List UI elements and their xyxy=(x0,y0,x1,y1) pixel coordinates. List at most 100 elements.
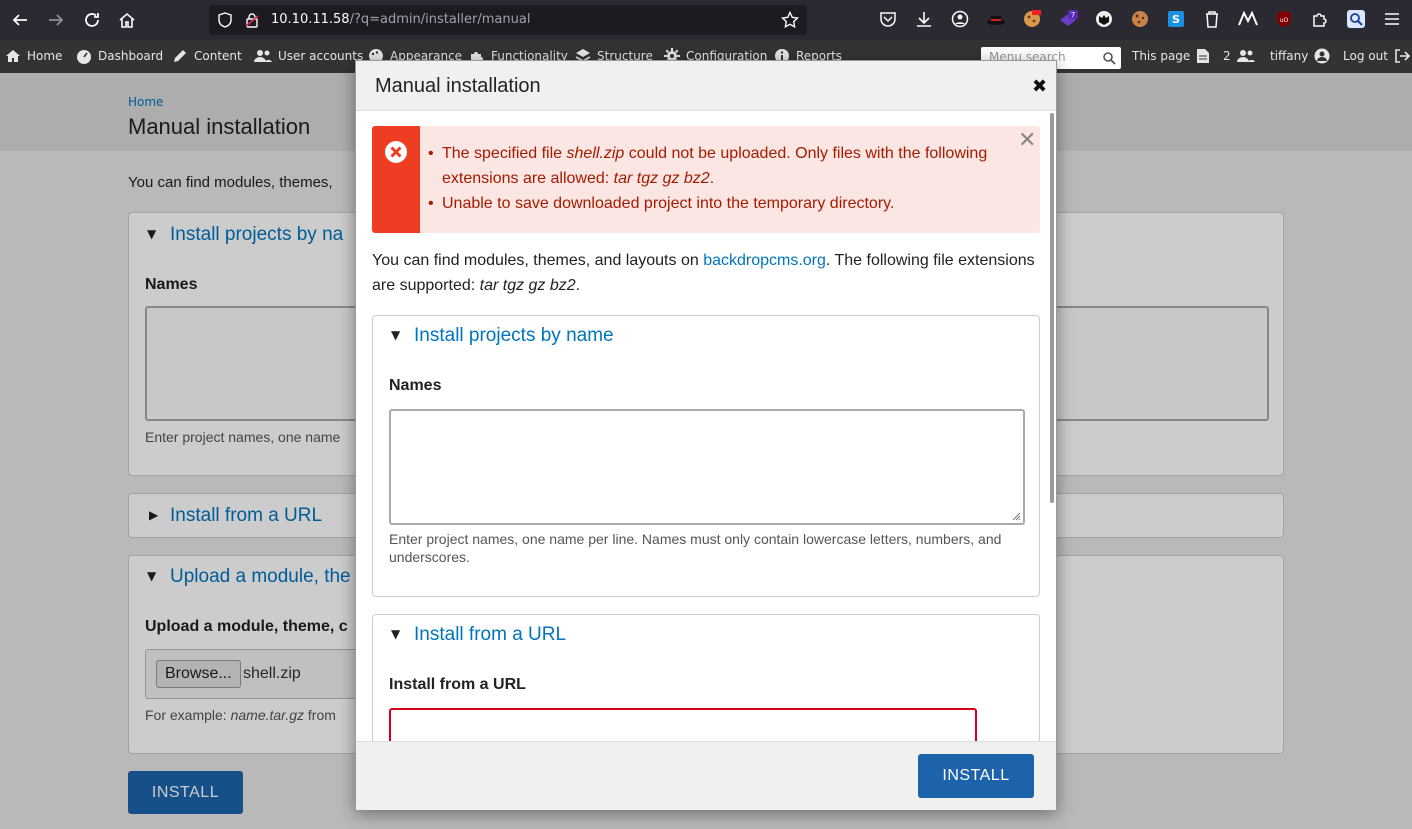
this-page-menu[interactable]: This page xyxy=(1132,48,1210,64)
names-textarea[interactable] xyxy=(389,409,1025,525)
collapse-triangle-icon[interactable]: ▼ xyxy=(147,227,156,241)
resize-grip-icon[interactable] xyxy=(1012,512,1021,521)
bg-file-input[interactable]: Browse... shell.zip xyxy=(145,649,365,699)
dialog-body[interactable]: ✕ The specified file shell.zip could not… xyxy=(356,112,1056,741)
backdropcms-link[interactable]: backdropcms.org xyxy=(703,252,826,269)
bg-intro-text: You can find modules, themes, xyxy=(128,174,333,191)
bg-example-suffix: from xyxy=(304,707,336,723)
hacking-extension-icon[interactable]: 7 xyxy=(1058,9,1078,29)
svg-text:7: 7 xyxy=(1071,11,1075,19)
bg-install-button[interactable]: INSTALL xyxy=(128,771,243,814)
logout-link[interactable]: Log out xyxy=(1343,48,1410,64)
error-item: The specified file shell.zip could not b… xyxy=(428,141,1018,191)
browse-button[interactable]: Browse... xyxy=(156,660,241,688)
intro-pre: You can find modules, themes, and layout… xyxy=(372,252,704,269)
fieldset-install-from-url-title[interactable]: Install from a URL xyxy=(414,624,566,646)
username-label: tiffany xyxy=(1270,49,1309,63)
admin-dashboard-label: Dashboard xyxy=(98,49,164,63)
logout-icon xyxy=(1395,49,1410,63)
intro-ext: tar tgz gz bz2 xyxy=(479,277,576,294)
pocket-icon[interactable] xyxy=(878,9,898,29)
admin-user-accounts[interactable]: User accounts xyxy=(254,48,363,64)
names-help: Enter project names, one name per line. … xyxy=(389,531,1002,565)
mask-extension-icon[interactable] xyxy=(1094,9,1114,29)
account-icon[interactable] xyxy=(950,9,970,29)
bg-fieldset-names-title[interactable]: Install projects by na xyxy=(170,224,343,246)
admin-content[interactable]: Content xyxy=(172,48,242,64)
trash-extension-icon[interactable] xyxy=(1202,9,1222,29)
admin-dashboard[interactable]: Dashboard xyxy=(76,48,163,64)
pencil-icon xyxy=(174,50,186,62)
collapse-triangle-icon[interactable]: ▼ xyxy=(147,569,156,583)
error1-pre: The specified file xyxy=(442,145,567,162)
admin-home[interactable]: Home xyxy=(5,48,62,64)
search-extension-icon[interactable] xyxy=(1346,9,1366,29)
user-count: 2 xyxy=(1223,49,1231,63)
svg-text:S: S xyxy=(1172,13,1180,26)
dismiss-icon[interactable]: ✕ xyxy=(1018,128,1036,153)
hamburger-menu-icon[interactable] xyxy=(1382,9,1402,29)
s-extension-icon[interactable]: S xyxy=(1166,9,1186,29)
wappalyzer-icon[interactable] xyxy=(1238,9,1258,29)
download-icon[interactable] xyxy=(914,9,934,29)
bg-example-file: name.tar.gz xyxy=(230,707,304,723)
user-circle-icon xyxy=(1314,48,1330,64)
home-icon[interactable] xyxy=(115,8,139,32)
breadcrumb[interactable]: Home xyxy=(128,95,163,109)
logout-label: Log out xyxy=(1343,49,1388,63)
lock-icon[interactable] xyxy=(244,12,260,32)
collapse-triangle-icon[interactable]: ▼ xyxy=(391,627,400,641)
error1-end: . xyxy=(709,170,715,187)
online-users[interactable]: 2 xyxy=(1223,48,1255,64)
error1-file: shell.zip xyxy=(566,145,625,162)
users-icon xyxy=(1236,50,1255,62)
close-icon[interactable]: ✖ xyxy=(1032,76,1047,97)
manual-installation-dialog: Manual installation ✖ ✕ The specified fi… xyxy=(355,60,1057,810)
url-bar[interactable]: 10.10.11.58/?q=admin/installer/manual xyxy=(209,5,807,35)
extensions-puzzle-icon[interactable] xyxy=(1310,9,1330,29)
page-title: Manual installation xyxy=(128,114,311,139)
bg-upload-label: Upload a module, theme, c xyxy=(145,618,348,635)
names-label: Names xyxy=(389,377,442,394)
back-icon[interactable] xyxy=(8,8,32,32)
error-item: Unable to save downloaded project into t… xyxy=(428,191,1018,216)
forward-icon[interactable] xyxy=(44,8,68,32)
bg-fieldset-upload-title[interactable]: Upload a module, the xyxy=(170,566,351,588)
bg-fieldset-url-title[interactable]: Install from a URL xyxy=(170,505,322,527)
expand-triangle-icon[interactable]: ▶ xyxy=(149,508,158,522)
hat-extension-icon[interactable] xyxy=(986,9,1006,29)
reload-icon[interactable] xyxy=(80,8,104,32)
install-button[interactable]: INSTALL xyxy=(918,754,1034,798)
dialog-title: Manual installation xyxy=(375,75,541,97)
error1-ext: tar tgz gz bz2 xyxy=(613,170,710,187)
url-label: Install from a URL xyxy=(389,676,526,693)
admin-user-accounts-label: User accounts xyxy=(278,49,364,63)
cookie-editor-icon[interactable] xyxy=(1130,9,1150,29)
intro-text: You can find modules, themes, and layout… xyxy=(372,248,1040,298)
admin-home-label: Home xyxy=(27,49,63,63)
bg-names-label: Names xyxy=(145,276,198,293)
dialog-scrollbar[interactable] xyxy=(1050,113,1054,503)
dialog-footer: INSTALL xyxy=(356,741,1056,810)
dialog-header: Manual installation ✖ xyxy=(356,61,1056,111)
browser-toolbar: 10.10.11.58/?q=admin/installer/manual 7 … xyxy=(0,0,1412,40)
fieldset-install-by-name: ▼ Install projects by name Names Enter p… xyxy=(372,315,1040,597)
bg-example-prefix: For example: xyxy=(145,707,231,723)
svg-text:uO: uO xyxy=(1280,17,1289,24)
search-icon xyxy=(1103,52,1116,65)
error-stripe xyxy=(372,126,420,233)
url-text[interactable]: 10.10.11.58/?q=admin/installer/manual xyxy=(271,12,530,27)
url-input[interactable] xyxy=(389,708,977,741)
url-path: /?q=admin/installer/manual xyxy=(349,12,531,27)
ublock-icon[interactable]: uO xyxy=(1274,9,1294,29)
bg-upload-help: For example: name.tar.gz from xyxy=(145,707,336,723)
error-x-icon xyxy=(385,141,407,163)
user-menu[interactable]: tiffany xyxy=(1270,48,1330,64)
collapse-triangle-icon[interactable]: ▼ xyxy=(391,328,400,342)
bookmark-star-icon[interactable] xyxy=(780,10,800,33)
admin-content-label: Content xyxy=(194,49,242,63)
fieldset-install-from-url: ▼ Install from a URL Install from a URL xyxy=(372,614,1040,741)
cookie-extension-icon[interactable] xyxy=(1022,9,1042,29)
fieldset-install-by-name-title[interactable]: Install projects by name xyxy=(414,325,614,347)
shield-icon[interactable] xyxy=(217,12,233,32)
